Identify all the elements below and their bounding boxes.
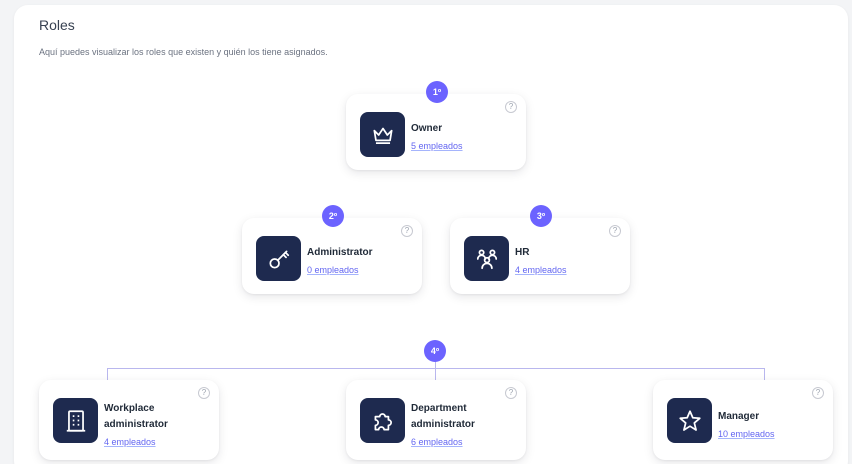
role-icon-box xyxy=(256,236,301,281)
role-name: Manager xyxy=(718,410,760,422)
page-subtitle: Aquí puedes visualizar los roles que exi… xyxy=(39,47,328,57)
role-employee-count-link[interactable]: 0 empleados xyxy=(307,264,402,276)
page-title: Roles xyxy=(39,17,75,33)
role-employee-count-link[interactable]: 4 empleados xyxy=(515,264,610,276)
role-icon-box xyxy=(360,398,405,443)
rank-badge-3: 3º xyxy=(530,205,552,227)
role-employee-count-link[interactable]: 4 empleados xyxy=(104,436,199,448)
role-card-administrator[interactable]: Administrator 0 empleados ? xyxy=(242,218,422,294)
role-name: Department administrator xyxy=(411,402,475,430)
role-card-department-administrator[interactable]: Department administrator 6 empleados ? xyxy=(346,380,526,460)
role-card-workplace-administrator[interactable]: Workplace administrator 4 empleados ? xyxy=(39,380,219,460)
role-employee-count-link[interactable]: 5 empleados xyxy=(411,140,506,152)
help-icon[interactable]: ? xyxy=(609,225,621,237)
rank-badge-2: 2º xyxy=(322,205,344,227)
star-icon xyxy=(678,409,701,431)
help-icon[interactable]: ? xyxy=(812,387,824,399)
role-name: HR xyxy=(515,246,530,258)
connector-vertical-center xyxy=(435,360,436,382)
role-icon-box xyxy=(53,398,98,443)
crown-icon xyxy=(372,127,393,144)
rank-badge-4: 4º xyxy=(424,340,446,362)
rank-badge-1: 1º xyxy=(426,81,448,103)
role-card-manager[interactable]: Manager 10 empleados ? xyxy=(653,380,833,460)
role-icon-box xyxy=(464,236,509,281)
help-icon[interactable]: ? xyxy=(198,387,210,399)
role-employee-count-link[interactable]: 6 empleados xyxy=(411,436,506,448)
role-name: Administrator xyxy=(307,246,373,258)
help-icon[interactable]: ? xyxy=(505,101,517,113)
help-icon[interactable]: ? xyxy=(505,387,517,399)
role-name: Workplace administrator xyxy=(104,402,168,430)
help-icon[interactable]: ? xyxy=(401,225,413,237)
role-card-owner[interactable]: Owner 5 empleados ? xyxy=(346,94,526,170)
role-name: Owner xyxy=(411,122,443,134)
role-employee-count-link[interactable]: 10 empleados xyxy=(718,428,813,440)
role-card-hr[interactable]: HR 4 empleados ? xyxy=(450,218,630,294)
building-icon xyxy=(66,409,85,432)
connector-horizontal xyxy=(107,368,765,369)
puzzle-icon xyxy=(374,412,392,431)
key-icon xyxy=(268,250,289,269)
people-icon xyxy=(476,248,497,269)
role-icon-box xyxy=(360,112,405,157)
role-icon-box xyxy=(667,398,712,443)
